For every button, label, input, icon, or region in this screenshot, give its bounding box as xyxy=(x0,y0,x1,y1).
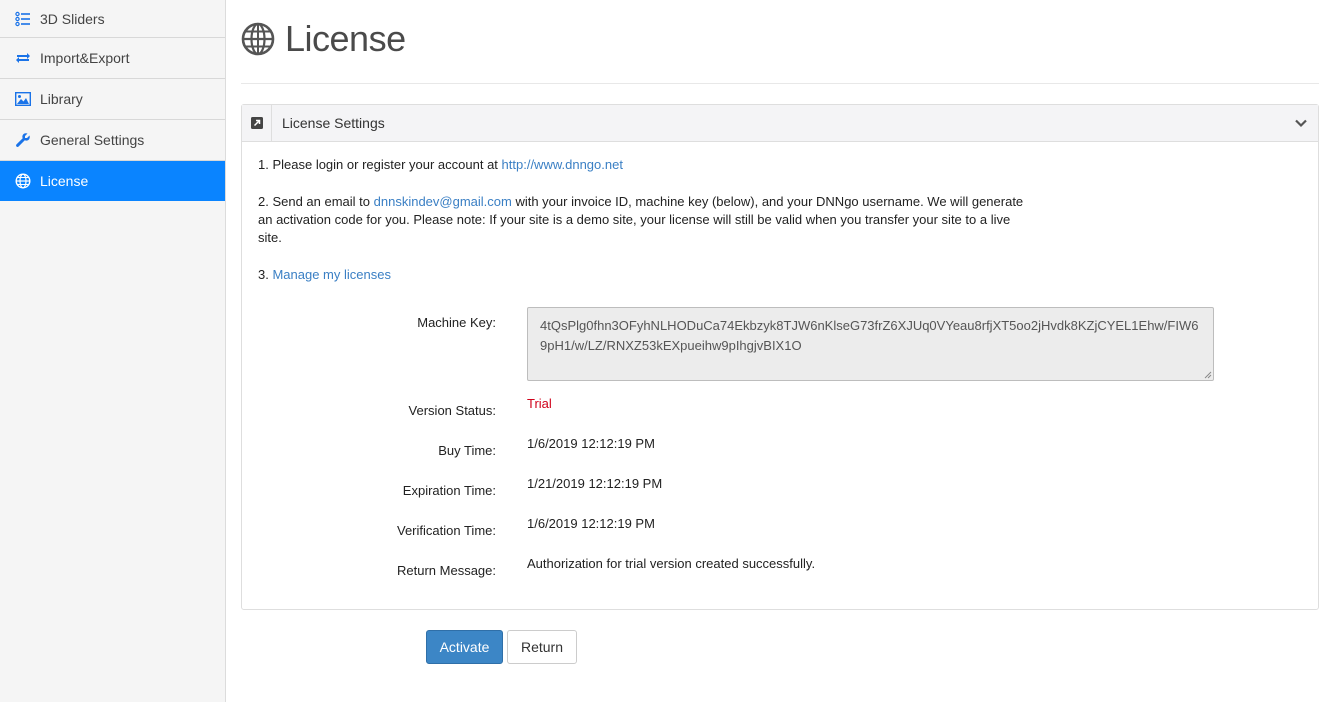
page-title: License xyxy=(285,17,406,59)
step-2-text: 2. Send an email to xyxy=(258,194,374,209)
sidebar-item-label: General Settings xyxy=(40,132,145,148)
expiration-time-value: 1/21/2019 12:12:19 PM xyxy=(527,476,663,491)
version-status-value: Trial xyxy=(527,396,552,411)
panel-body: 1. Please login or register your account… xyxy=(242,142,1318,317)
image-icon xyxy=(14,90,32,108)
step-1-text: 1. Please login or register your account… xyxy=(258,157,502,172)
sidebar-item-license[interactable]: License xyxy=(0,161,225,201)
license-settings-panel: License Settings 1. Please login or regi… xyxy=(241,104,1319,610)
machine-key-value: 4tQsPlg0fhn3OFyhNLHODuCa74Ekbzyk8TJW6nKl… xyxy=(540,318,1199,353)
dnngo-website-link[interactable]: http://www.dnngo.net xyxy=(502,157,623,172)
panel-header[interactable]: License Settings xyxy=(242,105,1318,142)
return-message-value: Authorization for trial version created … xyxy=(527,556,816,571)
panel-title: License Settings xyxy=(282,115,385,131)
sidebar-item-library[interactable]: Library xyxy=(0,79,225,120)
version-status-label: Version Status: xyxy=(408,403,496,418)
globe-icon xyxy=(241,22,275,55)
list-icon xyxy=(14,10,32,28)
step-3: 3. Manage my licenses xyxy=(258,266,1302,284)
sidebar-item-label: License xyxy=(40,172,89,189)
buy-time-label: Buy Time: xyxy=(438,443,496,458)
sidebar-item-import-export[interactable]: Import&Export xyxy=(0,38,225,79)
page-header: License xyxy=(241,0,1319,84)
chevron-down-icon[interactable] xyxy=(1294,116,1308,130)
activate-button[interactable]: Activate xyxy=(426,630,503,664)
sidebar: 3D Sliders Import&Export Library General… xyxy=(0,0,226,702)
resize-handle-icon[interactable] xyxy=(1204,371,1212,379)
main-content: License License Settings 1. Please login… xyxy=(241,0,1319,702)
sidebar-item-general-settings[interactable]: General Settings xyxy=(0,120,225,161)
manage-licenses-link[interactable]: Manage my licenses xyxy=(272,267,391,282)
return-message-label: Return Message: xyxy=(397,563,496,578)
sidebar-item-label: Library xyxy=(40,91,83,107)
return-button[interactable]: Return xyxy=(507,630,577,664)
verification-time-label: Verification Time: xyxy=(397,523,496,538)
buy-time-value: 1/6/2019 12:12:19 PM xyxy=(527,436,655,451)
sidebar-item-3d-sliders[interactable]: 3D Sliders xyxy=(0,0,225,38)
globe-icon xyxy=(14,172,32,190)
step-2: 2. Send an email to dnnskindev@gmail.com… xyxy=(258,193,1028,247)
sidebar-item-label: 3D Sliders xyxy=(40,10,105,27)
external-link-icon xyxy=(242,105,272,141)
machine-key-label: Machine Key: xyxy=(417,315,496,330)
wrench-icon xyxy=(14,131,32,149)
step-1: 1. Please login or register your account… xyxy=(258,156,1302,174)
verification-time-value: 1/6/2019 12:12:19 PM xyxy=(527,516,655,531)
expiration-time-label: Expiration Time: xyxy=(402,483,496,498)
support-email-link[interactable]: dnnskindev@gmail.com xyxy=(374,194,512,209)
sync-icon xyxy=(14,49,32,67)
sidebar-item-label: Import&Export xyxy=(40,50,130,66)
machine-key-textarea[interactable]: 4tQsPlg0fhn3OFyhNLHODuCa74Ekbzyk8TJW6nKl… xyxy=(527,307,1214,381)
step-3-text: 3. xyxy=(258,267,273,282)
